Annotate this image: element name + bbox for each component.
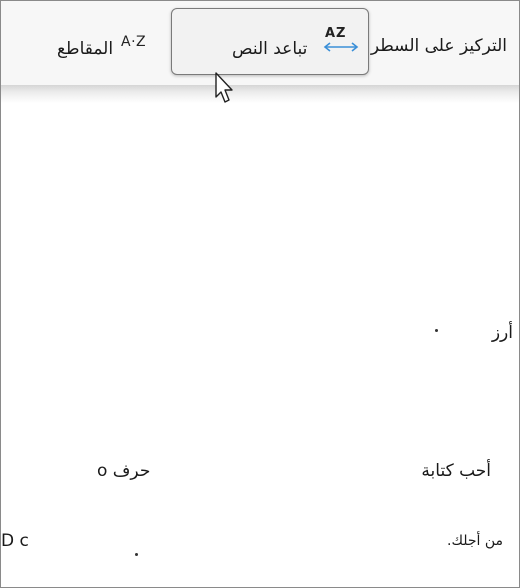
text-spacing-icon-letters: AZ: [325, 26, 347, 41]
immersive-reader-toolbar: التركيز على السطر AZ تباعد النص A·Z المق…: [1, 1, 519, 85]
text-spacing-label: تباعد النص: [232, 39, 308, 59]
word-rice: أرز: [491, 323, 513, 343]
syllables-button[interactable]: المقاطع: [57, 39, 113, 59]
word-for-you: من أجلك.: [447, 533, 504, 549]
period-mark: [135, 553, 138, 556]
text-spacing-button[interactable]: AZ تباعد النص: [171, 8, 369, 75]
reading-area: أرز أحب كتابة حرف o من أجلك. D c: [1, 103, 519, 587]
word-letter-o: حرف o: [97, 461, 151, 481]
text-spacing-icon: AZ: [322, 26, 362, 56]
double-arrow-icon: [323, 42, 359, 52]
mouse-pointer-icon: [215, 72, 233, 103]
faint-mark: [435, 329, 438, 332]
syllables-icon: A·Z: [121, 34, 147, 50]
app-window: التركيز على السطر AZ تباعد النص A·Z المق…: [0, 0, 520, 588]
line-focus-button[interactable]: التركيز على السطر: [371, 36, 507, 56]
text-fragment-left: D c: [1, 531, 29, 551]
toolbar-shadow: [1, 85, 519, 103]
word-i-love-writing: أحب كتابة: [421, 461, 491, 481]
